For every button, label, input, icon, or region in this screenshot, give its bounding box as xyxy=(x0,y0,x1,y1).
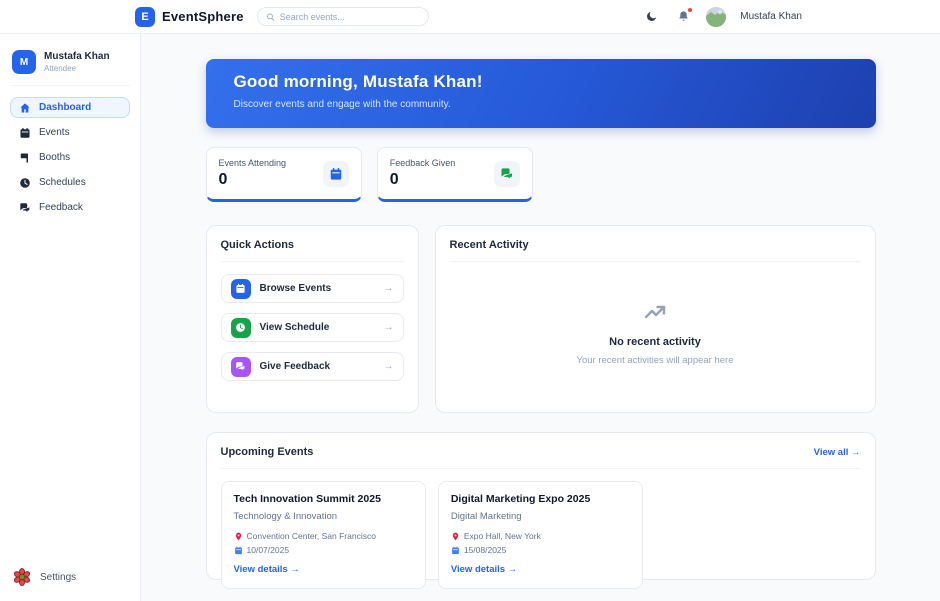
chat-icon xyxy=(230,356,251,377)
chat-icon xyxy=(19,202,31,214)
quick-actions-title: Quick Actions xyxy=(220,239,295,251)
clock-icon xyxy=(230,317,251,338)
notifications-button[interactable] xyxy=(674,6,694,26)
map-pin-icon xyxy=(234,532,243,541)
event-title: Tech Innovation Summit 2025 xyxy=(233,493,381,505)
sidebar: M Mustafa Khan Attendee Dashboard Events… xyxy=(0,34,141,601)
sidebar-avatar: M xyxy=(12,50,36,74)
topbar-actions: Mustafa Khan xyxy=(642,6,940,27)
sidebar-item-settings[interactable]: Settings xyxy=(10,563,78,591)
calendar-icon xyxy=(230,278,251,299)
search-box[interactable] xyxy=(256,7,429,26)
stat-card-events-attending: Events Attending 0 xyxy=(205,147,362,202)
empty-state-title: No recent activity xyxy=(609,336,701,348)
sidebar-item-events[interactable]: Events xyxy=(10,122,130,143)
sidebar-user-role: Attendee xyxy=(44,64,77,73)
quick-action-label: Give Feedback xyxy=(259,361,331,372)
empty-state-subtitle: Your recent activities will appear here xyxy=(576,355,734,366)
quick-action-give-feedback[interactable]: Give Feedback → xyxy=(220,352,404,381)
home-icon xyxy=(19,102,31,114)
stat-value: 0 xyxy=(389,171,399,188)
sidebar-item-feedback[interactable]: Feedback xyxy=(10,197,130,218)
event-date: 10/07/2025 xyxy=(246,545,290,555)
settings-flower-icon xyxy=(13,568,31,586)
nav-label: Dashboard xyxy=(39,102,92,113)
dark-mode-toggle[interactable] xyxy=(642,8,660,26)
topbar-user-name: Mustafa Khan xyxy=(740,11,802,22)
search-input[interactable] xyxy=(279,11,420,22)
quick-action-label: View Schedule xyxy=(259,322,330,333)
quick-action-view-schedule[interactable]: View Schedule → xyxy=(220,313,404,342)
stat-card-feedback-given: Feedback Given 0 xyxy=(376,147,533,202)
moon-icon xyxy=(645,10,658,23)
sidebar-user-name: Mustafa Khan xyxy=(44,51,110,62)
view-details-link[interactable]: View details → xyxy=(451,564,517,575)
welcome-banner: Good morning, Mustafa Khan! Discover eve… xyxy=(205,59,876,128)
trending-up-icon xyxy=(643,300,667,324)
quick-action-label: Browse Events xyxy=(259,283,332,294)
calendar-icon xyxy=(19,127,31,139)
sidebar-nav: Dashboard Events Booths Schedules Feedba… xyxy=(10,97,130,218)
stat-icon-tile xyxy=(494,160,520,187)
brand[interactable]: E EventSphere xyxy=(135,6,244,27)
sidebar-item-schedules[interactable]: Schedules xyxy=(10,172,130,193)
event-date: 15/08/2025 xyxy=(463,545,507,555)
event-card-digital-marketing-expo[interactable]: Digital Marketing Expo 2025 Digital Mark… xyxy=(437,481,644,589)
map-pin-icon xyxy=(451,532,460,541)
event-title: Digital Marketing Expo 2025 xyxy=(450,493,591,505)
event-card-tech-innovation-summit[interactable]: Tech Innovation Summit 2025 Technology &… xyxy=(220,481,426,589)
arrow-right-icon: → xyxy=(383,361,394,372)
empty-grid-cell xyxy=(655,481,860,589)
booth-icon xyxy=(19,152,31,164)
notification-dot xyxy=(687,6,694,13)
upcoming-events-title: Upcoming Events xyxy=(220,446,314,458)
calendar-icon xyxy=(451,546,460,555)
search-icon xyxy=(266,12,275,22)
nav-label: Booths xyxy=(39,152,71,163)
divider xyxy=(449,261,861,262)
stat-value: 0 xyxy=(218,171,228,188)
clock-icon xyxy=(19,177,31,189)
divider xyxy=(220,261,404,262)
calendar-icon xyxy=(234,546,243,555)
event-location: Convention Center, San Francisco xyxy=(246,531,376,541)
main-content: Good morning, Mustafa Khan! Discover eve… xyxy=(141,0,940,589)
quick-action-browse-events[interactable]: Browse Events → xyxy=(220,274,404,303)
upcoming-events-panel: Upcoming Events View all → Tech Innovati… xyxy=(205,432,876,589)
topbar: E EventSphere Mustafa Khan xyxy=(0,0,940,34)
event-location: Expo Hall, New York xyxy=(463,531,541,541)
nav-label: Feedback xyxy=(39,202,83,213)
banner-title: Good morning, Mustafa Khan! xyxy=(233,72,483,91)
nav-label: Events xyxy=(39,127,70,138)
quick-actions-panel: Quick Actions Browse Events → View Sched… xyxy=(205,225,419,413)
nav-label: Schedules xyxy=(39,177,86,188)
settings-label: Settings xyxy=(40,571,77,583)
event-category: Technology & Innovation xyxy=(233,511,338,522)
view-all-link[interactable]: View all → xyxy=(814,447,861,458)
recent-activity-title: Recent Activity xyxy=(449,239,529,251)
stat-icon-tile xyxy=(322,160,349,187)
app-title: EventSphere xyxy=(162,9,244,24)
chat-icon xyxy=(500,167,514,181)
stat-label: Events Attending xyxy=(218,158,287,168)
event-category: Digital Marketing xyxy=(450,511,522,522)
sidebar-item-dashboard[interactable]: Dashboard xyxy=(10,97,130,118)
app-logo: E xyxy=(135,6,155,27)
banner-subtitle: Discover events and engage with the comm… xyxy=(233,99,451,110)
stat-label: Feedback Given xyxy=(389,158,456,168)
recent-activity-panel: Recent Activity No recent activity Your … xyxy=(434,225,876,413)
calendar-icon xyxy=(329,167,343,181)
view-details-link[interactable]: View details → xyxy=(234,564,300,575)
sidebar-item-booths[interactable]: Booths xyxy=(10,147,130,168)
avatar-image xyxy=(706,6,727,27)
divider xyxy=(220,468,861,469)
stats-row: Events Attending 0 Feedback Given 0 xyxy=(205,147,876,202)
arrow-right-icon: → xyxy=(383,322,394,333)
sidebar-user-card: M Mustafa Khan Attendee xyxy=(10,44,130,86)
empty-state: No recent activity Your recent activitie… xyxy=(450,300,861,366)
user-avatar[interactable] xyxy=(706,6,727,27)
arrow-right-icon: → xyxy=(383,283,394,294)
